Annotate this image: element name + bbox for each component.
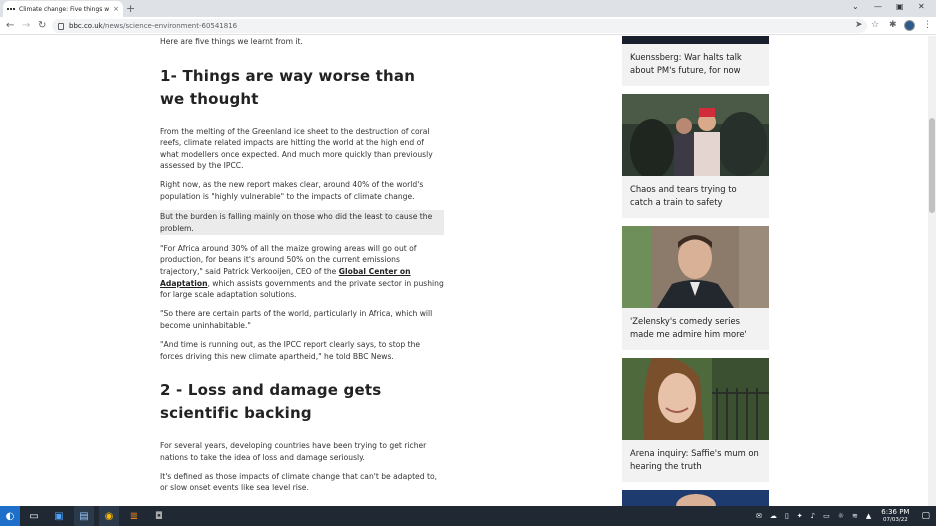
tray-brightness-icon[interactable]: ☼ (838, 512, 844, 520)
clock-date: 07/03/22 (883, 517, 908, 523)
tab-search-icon[interactable]: ⌄ (852, 2, 859, 11)
terminal-icon[interactable]: ▭ (24, 506, 44, 526)
card-image (622, 226, 769, 308)
sidebar-card-kuenssberg[interactable]: Kuenssberg: War halts talk about PM's fu… (622, 36, 769, 86)
card-caption: Kuenssberg: War halts talk about PM's fu… (630, 52, 742, 75)
tray-battery-icon[interactable]: ▭ (823, 512, 830, 520)
system-tray: ✉ ☁ ▯ ✦ ♪ ▭ ☼ ≋ ▲ 6:36 PM 07/03/22 ▢ (752, 506, 936, 526)
paragraph: It's defined as those impacts of climate… (160, 471, 438, 493)
window-icon[interactable]: ▤ (74, 506, 94, 526)
bbc-favicon-icon (7, 7, 15, 11)
bookmark-star-icon[interactable]: ☆ (871, 20, 879, 30)
card-image (622, 94, 769, 176)
browser-tab[interactable]: Climate change: Five things w × (3, 1, 123, 17)
minimize-button[interactable]: — (874, 2, 882, 11)
address-bar[interactable]: bbc.co.uk/news/science-environment-60541… (52, 19, 867, 33)
tray-clipboard-icon[interactable]: ▯ (785, 512, 789, 520)
paragraph-with-link: "For Africa around 30% of all the maize … (160, 243, 444, 300)
reload-button[interactable]: ↻ (38, 20, 46, 31)
card-image (676, 494, 716, 518)
tray-cloud-icon[interactable]: ☁ (770, 512, 777, 520)
back-button[interactable]: ← (6, 20, 14, 31)
browser-toolbar: ← → ↻ bbc.co.uk/news/science-environment… (0, 17, 936, 35)
tray-network-icon[interactable]: ✉ (756, 512, 762, 520)
send-icon[interactable]: ➤ (855, 20, 863, 30)
page-scrollbar[interactable] (928, 36, 936, 506)
taskbar-clock[interactable]: 6:36 PM 07/03/22 (881, 508, 909, 524)
paragraph: "And time is running out, as the IPCC re… (160, 340, 421, 361)
notifications-icon[interactable]: ▢ (921, 511, 930, 521)
card-caption: Arena inquiry: Saffie's mum on hearing t… (630, 448, 759, 471)
card-caption: 'Zelensky's comedy series made me admire… (630, 316, 747, 339)
file-manager-icon[interactable]: ▣ (49, 506, 69, 526)
start-menu-icon[interactable]: ◐ (0, 506, 20, 526)
clock-time: 6:36 PM (881, 508, 910, 516)
close-window-button[interactable]: ✕ (918, 2, 925, 11)
forward-button[interactable]: → (22, 20, 30, 31)
browser-tab-strip: Climate change: Five things w × + ⌄ — ▣ … (0, 0, 936, 17)
url-host: bbc.co.uk (69, 22, 103, 30)
tray-chevron-up-icon[interactable]: ▲ (866, 512, 871, 520)
section-heading-1: 1- Things are way worse than we thought (160, 66, 416, 108)
highlighted-paragraph: But the burden is falling mainly on thos… (160, 210, 444, 236)
scrollbar-thumb[interactable] (929, 118, 935, 213)
card-caption: Chaos and tears trying to catch a train … (630, 184, 737, 207)
maximize-button[interactable]: ▣ (896, 2, 904, 11)
sidebar-card-arena-inquiry[interactable]: Arena inquiry: Saffie's mum on hearing t… (622, 358, 769, 482)
paragraph: For several years, developing countries … (160, 441, 427, 462)
url-path: /news/science-environment-60541816 (102, 22, 238, 30)
settings-app-icon[interactable]: ◘ (149, 506, 169, 526)
article-body: Here are five things we learnt from it. … (160, 36, 444, 502)
section-heading-2: 2 - Loss and damage gets scientific back… (160, 381, 382, 423)
tray-bulb-icon[interactable]: ✦ (797, 512, 803, 520)
paragraph: Right now, as the new report makes clear… (160, 180, 424, 202)
paragraph: From the melting of the Greenland ice sh… (160, 126, 433, 171)
profile-avatar[interactable] (904, 20, 915, 31)
card-image (622, 36, 769, 44)
taskbar: ◐ ▭ ▣ ▤ ◉ ≣ ◘ ✉ ☁ ▯ ✦ ♪ ▭ ☼ ≋ ▲ 6:36 PM … (0, 506, 936, 526)
paragraph: "So there are certain parts of the world… (160, 309, 433, 330)
chrome-icon[interactable]: ◉ (99, 506, 119, 526)
extensions-puzzle-icon[interactable]: ✱ (889, 20, 897, 30)
layers-app-icon[interactable]: ≣ (124, 506, 144, 526)
tray-volume-icon[interactable]: ♪ (811, 512, 815, 520)
intro-text: Here are five things we learnt from it. (160, 37, 303, 46)
sidebar-card-next[interactable] (622, 490, 769, 518)
sidebar-card-zelensky[interactable]: 'Zelensky's comedy series made me admire… (622, 226, 769, 350)
close-tab-icon[interactable]: × (113, 5, 119, 13)
sidebar-card-train[interactable]: Chaos and tears trying to catch a train … (622, 94, 769, 218)
lock-icon (58, 22, 64, 30)
tab-title: Climate change: Five things w (19, 5, 110, 13)
kebab-menu-icon[interactable]: ⋮ (923, 20, 932, 30)
tray-wifi-icon[interactable]: ≋ (852, 512, 858, 520)
card-image (622, 358, 769, 440)
new-tab-button[interactable]: + (126, 2, 135, 15)
